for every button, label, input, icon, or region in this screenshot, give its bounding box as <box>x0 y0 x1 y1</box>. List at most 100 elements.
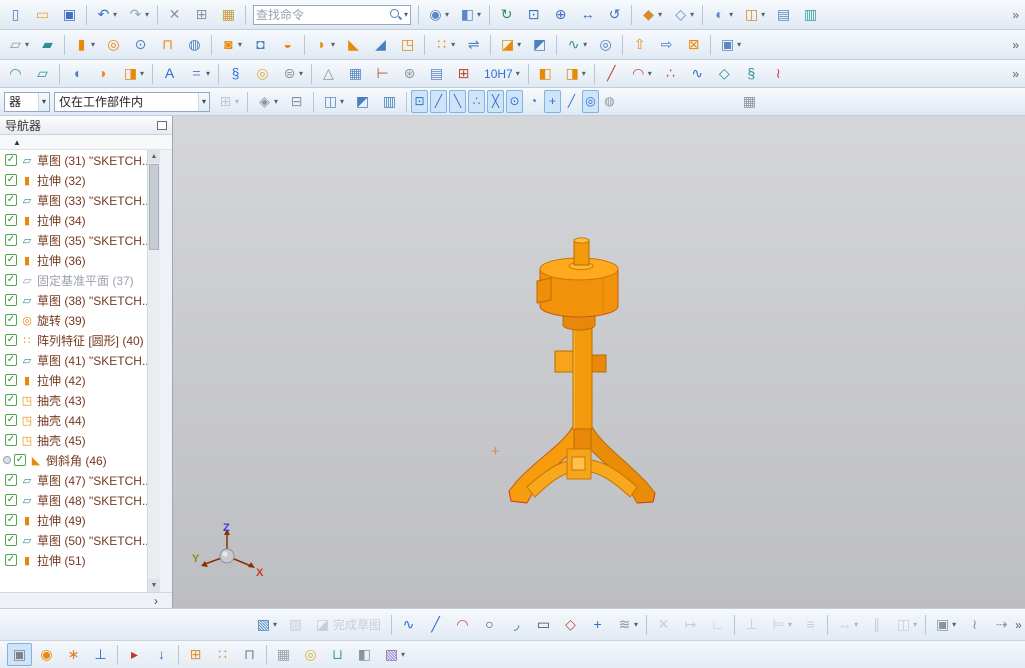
point-button[interactable]: + <box>585 613 610 636</box>
feature-checkbox[interactable]: ✓ <box>5 334 17 346</box>
swept-button[interactable]: ∿ ▾ <box>561 33 591 56</box>
flange-button[interactable]: ◗ <box>91 62 116 85</box>
ruled-surface-button[interactable]: ▱ <box>30 62 55 85</box>
circle-button[interactable]: ○ <box>477 613 502 636</box>
snap-midpoint-button[interactable]: ╲ <box>449 90 467 113</box>
more-features-button-arrow-icon[interactable]: ▾ <box>737 40 741 49</box>
revolve-button[interactable]: ◎ <box>101 33 126 56</box>
tree-item[interactable]: ✓ ▱ 草图 (38) "SKETCH... <box>0 290 160 310</box>
move-face-button[interactable]: ⇨ <box>654 33 679 56</box>
pattern-feature-button[interactable]: ∷ ▾ <box>429 33 459 56</box>
tree-item[interactable]: ✓ ∷ 阵列特征 [圆形] (40) <box>0 330 160 350</box>
feature-label[interactable]: 旋转 (39) <box>37 312 86 329</box>
feature-checkbox[interactable]: ✓ <box>5 494 17 506</box>
line-button[interactable]: ╱ <box>423 613 448 636</box>
tree-item[interactable]: ✓ ▮ 拉伸 (32) <box>0 170 160 190</box>
tree-item[interactable]: ✓ ▮ 拉伸 (42) <box>0 370 160 390</box>
feature-checkbox[interactable]: ✓ <box>5 274 17 286</box>
new-file-button[interactable]: ▯ <box>3 3 28 26</box>
sketchbar-overflow[interactable]: » <box>1015 618 1022 632</box>
offset-face-button[interactable]: ⇧ <box>627 33 652 56</box>
touch-mode-button[interactable]: ◉ ▾ <box>423 3 453 26</box>
point-constructor-button[interactable]: ∗ <box>61 643 86 666</box>
polygon-button[interactable]: ◇ <box>558 613 583 636</box>
text-button[interactable]: A <box>157 62 182 85</box>
feature-label[interactable]: 草图 (31) "SKETCH... <box>37 152 152 169</box>
tree-item[interactable]: ✓ ▱ 草图 (33) "SKETCH... <box>0 190 160 210</box>
convert-reference-button[interactable]: ⇢ <box>989 613 1014 636</box>
snap-endpoint-button[interactable]: ╱ <box>430 90 448 113</box>
feature-checkbox[interactable]: ✓ <box>5 314 17 326</box>
extrude-button-arrow-icon[interactable]: ▾ <box>91 40 95 49</box>
feature-label[interactable]: 拉伸 (32) <box>37 172 86 189</box>
true-shading-button[interactable]: ▥ <box>798 3 823 26</box>
feature-label[interactable]: 阵列特征 [圆形] (40) <box>37 332 144 349</box>
feature-label[interactable]: 草图 (50) "SKETCH... <box>37 532 152 549</box>
tree-item[interactable]: ✓ ◎ 旋转 (39) <box>0 310 160 330</box>
enable-snap-point-button[interactable]: ⊡ <box>411 90 429 113</box>
search-icon[interactable] <box>389 8 402 21</box>
feature-checkbox[interactable]: ✓ <box>5 194 17 206</box>
shell-button[interactable]: ◳ <box>395 33 420 56</box>
tree-item[interactable]: ✓ ▱ 草图 (35) "SKETCH... <box>0 230 160 250</box>
window-button[interactable]: ◧ ▾ <box>455 3 485 26</box>
scrollbar-thumb[interactable] <box>149 164 159 250</box>
point-set-button[interactable]: ∴ <box>658 62 683 85</box>
add-component-button[interactable]: ◧ <box>533 62 558 85</box>
cube-tool-button[interactable]: ◧ <box>352 643 377 666</box>
expression-button[interactable]: = ▾ <box>184 62 214 85</box>
feature-label[interactable]: 抽壳 (44) <box>37 412 86 429</box>
unite-button-arrow-icon[interactable]: ▾ <box>238 40 242 49</box>
tree-item[interactable]: ✓ ▱ 草图 (47) "SKETCH... <box>0 470 160 490</box>
feature-checkbox[interactable]: ✓ <box>14 454 26 466</box>
snap-control-point-button[interactable]: ∴ <box>468 90 486 113</box>
point-dialog-button[interactable]: ▦ <box>737 90 762 113</box>
redo-button[interactable]: ↷ ▾ <box>123 3 153 26</box>
graphics-viewport[interactable]: + Z X Y <box>173 116 1025 608</box>
delete-face-button[interactable]: ⊠ <box>681 33 706 56</box>
bridge-curve-button[interactable]: ≀ <box>766 62 791 85</box>
selection-scope-combo-arrow-icon[interactable]: ▾ <box>197 92 209 111</box>
feature-checkbox[interactable]: ✓ <box>5 394 17 406</box>
feature-checkbox[interactable]: ✓ <box>5 254 17 266</box>
profile-button[interactable]: ∿ <box>396 613 421 636</box>
row1-overflow[interactable]: » <box>1012 8 1019 22</box>
tolerance-button-arrow-icon[interactable]: ▾ <box>516 69 520 78</box>
feature-checkbox[interactable]: ✓ <box>5 374 17 386</box>
edge-blend-button[interactable]: ◗ ▾ <box>309 33 339 56</box>
spring-button[interactable]: § <box>223 62 248 85</box>
offset-curve-button-arrow-icon[interactable]: ▾ <box>634 620 638 629</box>
feature-checkbox[interactable]: ✓ <box>5 414 17 426</box>
boss-button[interactable]: ◍ <box>182 33 207 56</box>
copy-button[interactable]: ⊞ <box>189 3 214 26</box>
top-level-selection-button[interactable]: ◫ ▾ <box>318 90 348 113</box>
sheet-metal-button-arrow-icon[interactable]: ▾ <box>140 69 144 78</box>
undo-button[interactable]: ↶ ▾ <box>91 3 121 26</box>
tree-item[interactable]: ✓ ▱ 草图 (41) "SKETCH... <box>0 350 160 370</box>
sketch-tools-button-arrow-icon[interactable]: ▾ <box>952 620 956 629</box>
row2-overflow[interactable]: » <box>1012 38 1019 52</box>
gear-pair-button[interactable]: ⊛ <box>397 62 422 85</box>
trim-body-button-arrow-icon[interactable]: ▾ <box>517 40 521 49</box>
snap-quadrant-button[interactable]: ◔ <box>525 90 542 113</box>
pan-view-button[interactable]: ↔ <box>575 3 600 26</box>
select-all-button-arrow-icon[interactable]: ▾ <box>235 97 239 106</box>
feature-label[interactable]: 拉伸 (42) <box>37 372 86 389</box>
move-object-button[interactable]: ⊞ <box>183 643 208 666</box>
sketch-task-button-arrow-icon[interactable]: ▾ <box>273 620 277 629</box>
snap-existing-point-button[interactable]: + <box>544 90 562 113</box>
tree-item[interactable]: ✓ ▮ 拉伸 (51) <box>0 550 160 570</box>
view-triad[interactable]: Z X Y <box>191 522 269 582</box>
intersect-button[interactable]: ◒ <box>275 33 300 56</box>
rapid-dimension-button-arrow-icon[interactable]: ▾ <box>854 620 858 629</box>
mirror-feature-button[interactable]: ⇌ <box>461 33 486 56</box>
tree-item[interactable]: ✓ ▱ 草图 (50) "SKETCH... <box>0 530 160 550</box>
paste-button[interactable]: ▦ <box>216 3 241 26</box>
top-level-selection-button-arrow-icon[interactable]: ▾ <box>340 97 344 106</box>
trim-body-button[interactable]: ◪ ▾ <box>495 33 525 56</box>
snap-point-on-curve-button[interactable]: ╱ <box>563 90 580 113</box>
feature-label[interactable]: 草图 (41) "SKETCH... <box>37 352 152 369</box>
open-button[interactable]: ▭ <box>30 3 55 26</box>
studio-spline-button[interactable]: ∿ <box>685 62 710 85</box>
marker-flags-button[interactable]: ▸ <box>122 643 147 666</box>
